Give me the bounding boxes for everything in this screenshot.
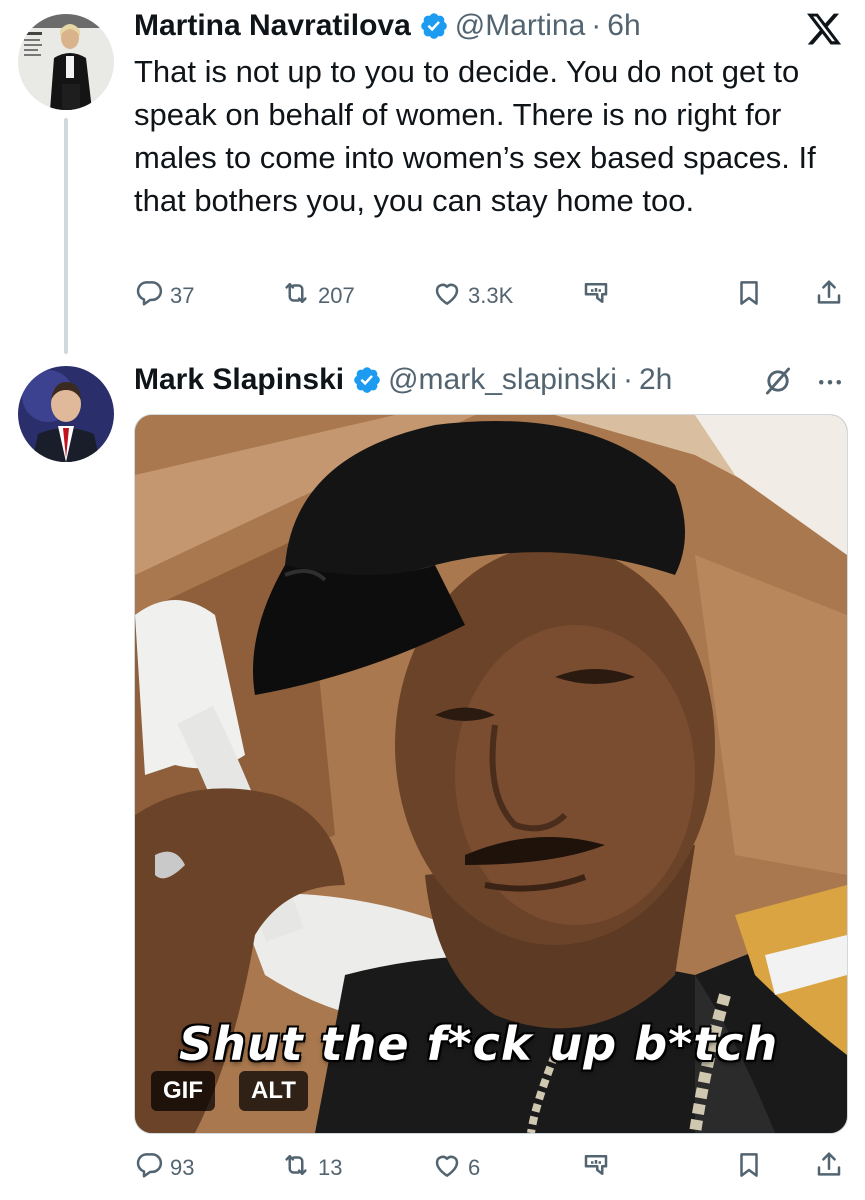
tweet-header: Martina Navratilova @Martina · 6h [134, 4, 641, 48]
gif-media[interactable]: Shut the f*ck up b*tch GIF ALT [134, 414, 848, 1134]
gif-caption: Shut the f*ck up b*tch [179, 1017, 779, 1071]
retweet-icon [280, 1150, 312, 1186]
tweet-header: Mark Slapinski @mark_slapinski · 2h [134, 358, 672, 402]
thread-connector-line [64, 118, 68, 354]
avatar[interactable] [18, 366, 114, 462]
share-button[interactable] [814, 276, 844, 316]
tweet-text: That is not up to you to decide. You do … [134, 54, 816, 218]
gif-badge[interactable]: GIF [151, 1071, 215, 1111]
tweet-actions: 37 207 3.3K [134, 276, 846, 316]
retweet-count: 13 [318, 1155, 343, 1180]
share-button[interactable] [814, 1148, 844, 1188]
tweet-thread: Martina Navratilova @Martina · 6h That i… [0, 0, 865, 1200]
bookmark-button[interactable] [734, 1148, 764, 1188]
like-button[interactable]: 3.3K [432, 276, 513, 316]
retweet-button[interactable]: 13 [280, 1148, 342, 1188]
reply-count: 37 [170, 283, 195, 308]
avatar[interactable] [18, 14, 114, 110]
display-name[interactable]: Mark Slapinski [134, 363, 344, 397]
separator-dot: · [591, 9, 602, 42]
views-button[interactable] [580, 276, 612, 316]
like-count: 6 [468, 1155, 481, 1180]
reply-button[interactable]: 37 [134, 276, 194, 316]
reply-icon [134, 278, 164, 314]
views-icon [580, 278, 612, 314]
display-name[interactable]: Martina Navratilova [134, 9, 411, 43]
verified-badge-icon[interactable] [419, 11, 449, 41]
handle[interactable]: @Martina [455, 9, 586, 43]
separator-dot: · [622, 363, 633, 396]
bookmark-icon [734, 1150, 764, 1186]
like-button[interactable]: 6 [432, 1148, 480, 1188]
reply-icon [134, 1150, 164, 1186]
more-icon[interactable] [815, 364, 845, 398]
views-button[interactable] [580, 1148, 612, 1188]
reply-count: 93 [170, 1155, 195, 1180]
like-count: 3.3K [468, 283, 514, 308]
handle[interactable]: @mark_slapinski [388, 363, 617, 397]
share-icon [814, 278, 844, 314]
share-icon [814, 1150, 844, 1186]
like-icon [432, 278, 462, 314]
retweet-count: 207 [318, 283, 355, 308]
like-icon [432, 1150, 462, 1186]
bookmark-button[interactable] [734, 276, 764, 316]
reply-button[interactable]: 93 [134, 1148, 194, 1188]
timestamp[interactable]: 2h [639, 363, 672, 397]
verified-badge-icon[interactable] [352, 365, 382, 395]
tweet-actions: 93 13 6 [134, 1148, 846, 1188]
retweet-button[interactable]: 207 [280, 276, 355, 316]
retweet-icon [280, 278, 312, 314]
views-icon [580, 1150, 612, 1186]
bookmark-icon [734, 278, 764, 314]
alt-text-button[interactable]: ALT [239, 1071, 308, 1111]
timestamp[interactable]: 6h [607, 9, 640, 43]
x-logo-icon [805, 10, 843, 48]
grok-icon[interactable] [761, 364, 795, 398]
